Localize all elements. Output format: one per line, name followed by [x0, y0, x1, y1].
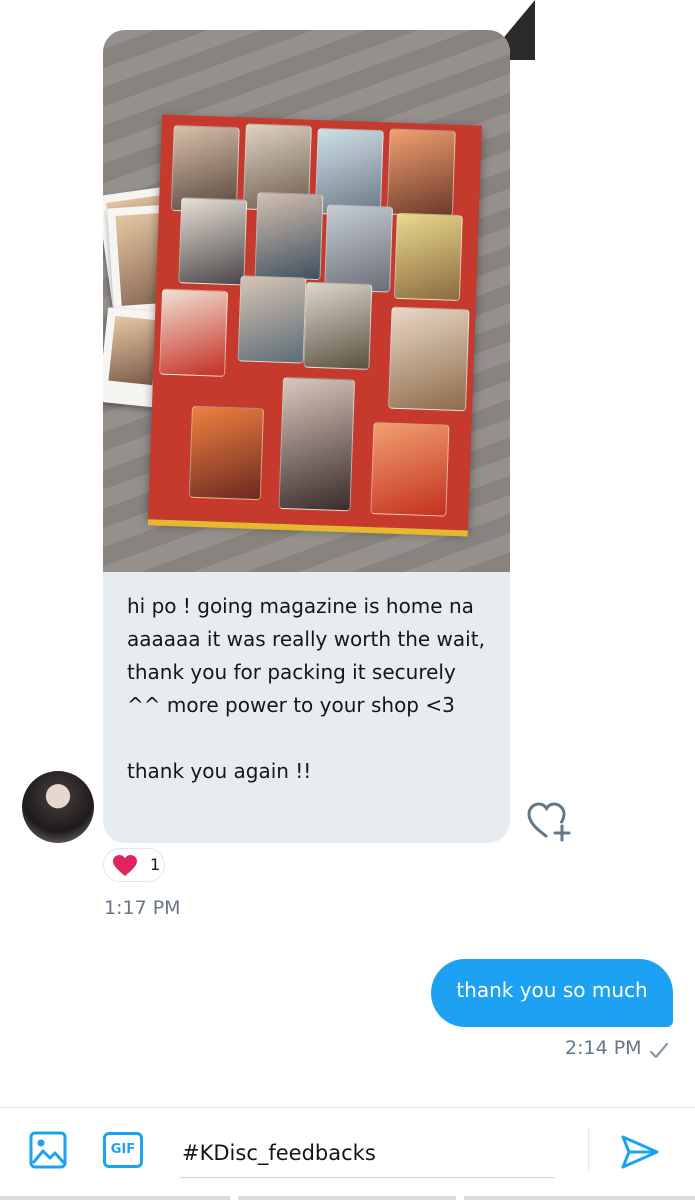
photocard — [303, 281, 373, 370]
message-photo[interactable] — [103, 30, 510, 572]
message-input[interactable] — [180, 1128, 555, 1178]
heart-icon — [113, 855, 137, 876]
incoming-timestamp: 1:17 PM — [104, 897, 181, 919]
incoming-message-bubble[interactable]: hi po ! going magazine is home na aaaaaa… — [103, 30, 510, 843]
bottom-nav-segment — [464, 1196, 695, 1200]
send-icon[interactable] — [620, 1132, 660, 1172]
photocard — [188, 405, 264, 501]
bottom-nav-segment — [0, 1196, 230, 1200]
reaction-badge[interactable]: 1 — [103, 848, 165, 882]
photocard — [388, 306, 470, 412]
reaction-count: 1 — [150, 855, 161, 874]
photocard — [159, 288, 229, 377]
incoming-message-text: hi po ! going magazine is home na aaaaaa… — [127, 594, 485, 783]
image-icon[interactable] — [28, 1130, 68, 1170]
outgoing-message-text: thank you so much — [456, 978, 648, 1002]
outgoing-timestamp: 2:14 PM — [565, 1037, 642, 1059]
photocard — [370, 422, 450, 517]
photocard — [314, 127, 384, 217]
photocard — [393, 212, 463, 302]
photocard — [254, 191, 324, 281]
sender-avatar[interactable] — [22, 771, 94, 843]
photocard — [386, 128, 456, 217]
photocard — [178, 197, 248, 286]
magazine — [147, 114, 482, 537]
magazine-edge — [147, 519, 468, 537]
outgoing-message-bubble[interactable]: thank you so much — [431, 959, 673, 1027]
photocard — [324, 204, 394, 293]
composer-divider — [588, 1128, 589, 1172]
photocard — [278, 376, 356, 512]
check-icon — [649, 1042, 669, 1059]
add-reaction-icon[interactable] — [526, 800, 574, 842]
bottom-nav-segment — [238, 1196, 456, 1200]
gif-button[interactable]: GIF — [103, 1132, 143, 1168]
photocard — [237, 275, 307, 364]
